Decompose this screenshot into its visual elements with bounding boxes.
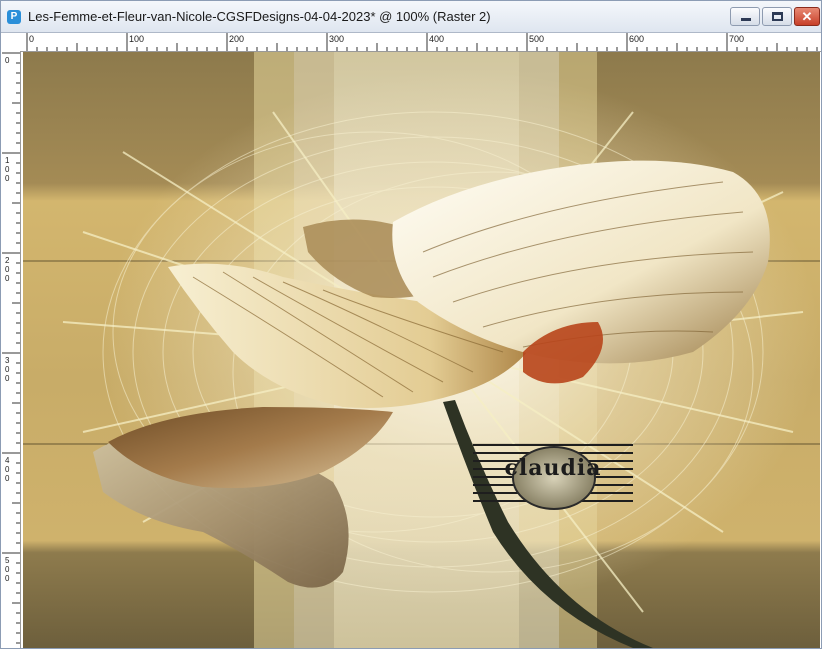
maximize-button[interactable]	[762, 7, 792, 26]
ruler-label: 0	[5, 56, 10, 65]
horizontal-ruler-ticks: 0 100 200 300 400 500 600 700	[26, 33, 818, 51]
minimize-button[interactable]	[730, 7, 760, 26]
ruler-label: 0	[5, 274, 10, 283]
close-button[interactable]: ✕	[794, 7, 820, 26]
ruler-label: 300	[329, 34, 344, 44]
ruler-label: 0	[5, 174, 10, 183]
ruler-label: 0	[29, 34, 34, 44]
close-icon: ✕	[801, 9, 813, 24]
ruler-label: 0	[5, 165, 10, 174]
minimize-icon	[741, 18, 751, 21]
ruler-label: 100	[129, 34, 144, 44]
vertical-ruler[interactable]: 0100200300400500	[2, 51, 21, 648]
ruler-label: 3	[5, 356, 10, 365]
ruler-label: 1	[5, 156, 10, 165]
window-title: Les-Femme-et-Fleur-van-Nicole-CGSFDesign…	[28, 9, 491, 24]
ruler-label: 700	[729, 34, 744, 44]
ruler-label: 600	[629, 34, 644, 44]
ruler-label: 5	[5, 556, 10, 565]
image-canvas[interactable]: claudia	[23, 52, 820, 648]
ruler-label: 200	[229, 34, 244, 44]
ruler-label: 0	[5, 465, 10, 474]
watermark-logo: claudia	[473, 437, 633, 512]
vertical-ruler-ticks: 0100200300400500	[2, 52, 20, 644]
ruler-label: 4	[5, 456, 10, 465]
ruler-label: 0	[5, 474, 10, 483]
image-window: P Les-Femme-et-Fleur-van-Nicole-CGSFDesi…	[0, 0, 822, 649]
ruler-label: 0	[5, 574, 10, 583]
ruler-label: 400	[429, 34, 444, 44]
maximize-icon	[772, 12, 783, 21]
app-icon: P	[7, 10, 21, 24]
horizontal-ruler[interactable]: 0 100 200 300 400 500 600 700	[20, 33, 821, 52]
watermark-text: claudia	[504, 455, 602, 481]
ruler-label: 0	[5, 565, 10, 574]
ruler-label: 0	[5, 374, 10, 383]
ruler-label: 0	[5, 365, 10, 374]
ruler-label: 500	[529, 34, 544, 44]
ruler-label: 0	[5, 265, 10, 274]
title-bar[interactable]: P Les-Femme-et-Fleur-van-Nicole-CGSFDesi…	[1, 1, 821, 33]
ruler-label: 2	[5, 256, 10, 265]
artwork	[23, 52, 820, 648]
ruler-corner	[2, 33, 21, 52]
